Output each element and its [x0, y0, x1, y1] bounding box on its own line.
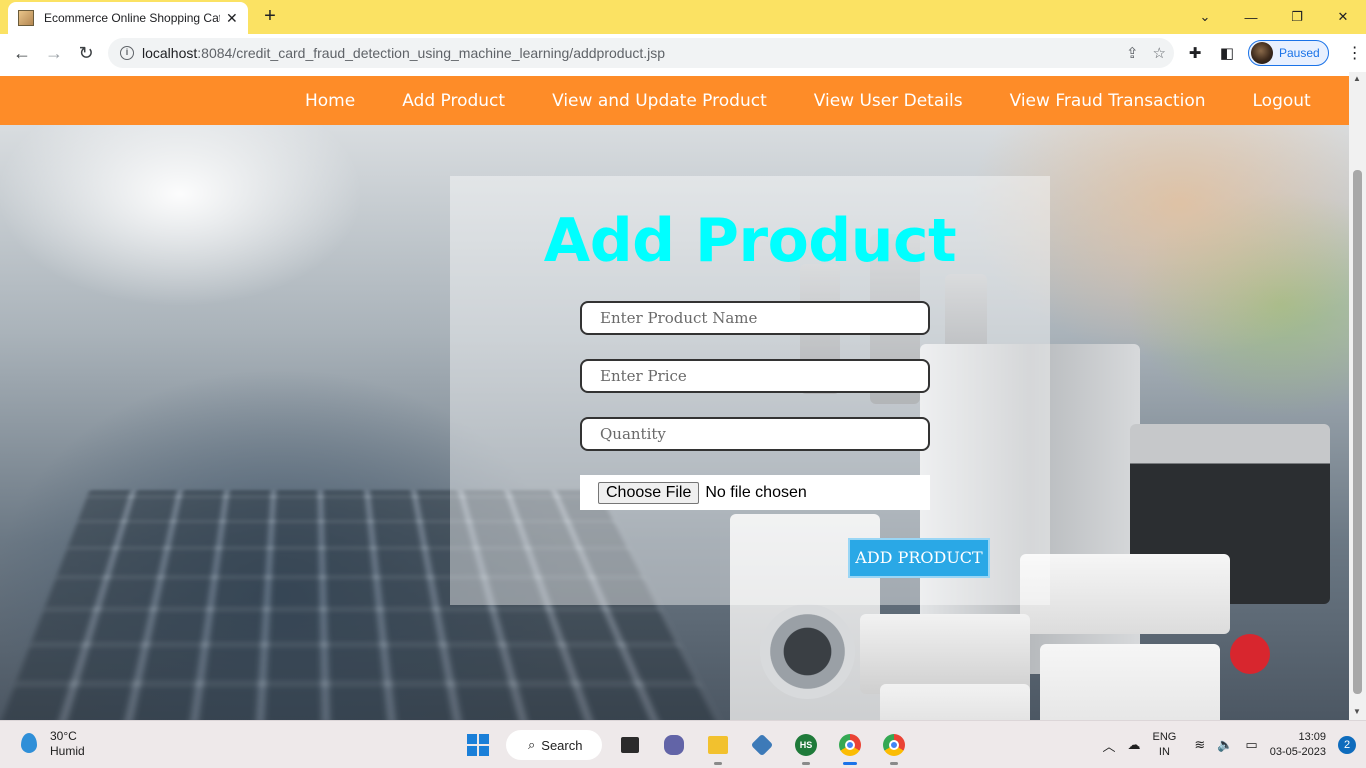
show-hidden-icons-chevron-icon[interactable]: ︿ [1102, 736, 1115, 755]
image-file-input: Choose File No file chosen [580, 475, 930, 510]
task-view-icon[interactable] [614, 729, 646, 761]
nav-view-fraud-transaction[interactable]: View Fraud Transaction [1010, 91, 1206, 111]
tab-search-chevron-icon[interactable]: ⌄ [1182, 0, 1228, 34]
avatar [1251, 42, 1273, 64]
extensions-puzzle-icon[interactable]: ✚ [1184, 42, 1206, 64]
address-bar[interactable]: i localhost:8084/credit_card_fraud_detec… [108, 38, 1174, 68]
quantity-input[interactable] [580, 417, 930, 451]
virtualbox-cube-icon[interactable] [746, 729, 778, 761]
onedrive-cloud-icon[interactable]: ☁ [1127, 737, 1140, 753]
notification-badge[interactable]: 2 [1338, 736, 1356, 754]
scroll-thumb[interactable] [1353, 170, 1362, 694]
url-host: localhost [142, 45, 197, 61]
product-name-input[interactable] [580, 301, 930, 335]
file-status-text: No file chosen [705, 484, 806, 502]
main-navbar: Home Add Product View and Update Product… [0, 76, 1349, 125]
restore-icon[interactable]: ❐ [1274, 0, 1320, 34]
page-title: Add Product [450, 206, 1050, 276]
tab-favicon-icon [18, 10, 34, 26]
forward-arrow-icon[interactable]: → [38, 37, 70, 69]
reload-icon[interactable]: ↻ [70, 37, 102, 69]
browser-toolbar: ← → ↻ i localhost:8084/credit_card_fraud… [0, 34, 1366, 72]
site-info-icon[interactable]: i [120, 46, 134, 60]
search-icon: ⌕ [528, 737, 535, 753]
temperature: 30°C [50, 729, 85, 744]
profile-status: Paused [1279, 46, 1320, 60]
profile-button[interactable]: Paused [1248, 40, 1329, 66]
url-path: :8084/credit_card_fraud_detection_using_… [197, 45, 665, 61]
page-viewport: Home Add Product View and Update Product… [0, 72, 1366, 720]
taskbar-search[interactable]: ⌕ Search [506, 730, 602, 760]
start-windows-icon[interactable] [462, 729, 494, 761]
add-product-button[interactable]: ADD PRODUCT [848, 538, 990, 578]
new-tab-icon[interactable]: + [258, 5, 282, 29]
back-arrow-icon[interactable]: ← [6, 37, 38, 69]
close-tab-icon[interactable]: ✕ [226, 10, 238, 27]
minimize-icon[interactable]: — [1228, 0, 1274, 34]
system-tray: ︿ ☁ ENG IN ≋ 🔈 ▭ 13:09 03-05-2023 2 [1102, 721, 1366, 768]
bookmark-star-icon[interactable]: ☆ [1153, 44, 1166, 62]
nav-view-update-product[interactable]: View and Update Product [552, 91, 767, 111]
hs-app-icon[interactable]: HS [790, 729, 822, 761]
file-explorer-icon[interactable] [702, 729, 734, 761]
nav-add-product[interactable]: Add Product [402, 91, 505, 111]
browser-tab-bar: Ecommerce Online Shopping Cat ✕ + ⌄ — ❐ … [0, 0, 1366, 34]
wifi-icon[interactable]: ≋ [1194, 737, 1205, 753]
window-controls: ⌄ — ❐ ✕ [1182, 0, 1366, 34]
os-taskbar: 30°C Humid ⌕ Search HS ︿ ☁ ENG IN ≋ 🔈 ▭ [0, 720, 1366, 768]
volume-icon[interactable]: 🔈 [1217, 737, 1233, 753]
side-panel-icon[interactable]: ◧ [1216, 42, 1238, 64]
language-line1: ENG [1152, 730, 1176, 745]
tab-title: Ecommerce Online Shopping Cat [44, 11, 220, 25]
page-scrollbar[interactable]: ▲ ▼ [1349, 72, 1366, 720]
scroll-up-arrow-icon[interactable]: ▲ [1353, 74, 1361, 83]
nav-home[interactable]: Home [305, 91, 355, 111]
clock-date: 03-05-2023 [1270, 745, 1326, 760]
weather-widget[interactable]: 30°C Humid [16, 729, 85, 759]
clock-time: 13:09 [1270, 730, 1326, 745]
search-label: Search [541, 738, 582, 753]
browser-menu-icon[interactable]: ⋮ [1345, 43, 1365, 63]
humidity-drop-icon [16, 731, 38, 757]
nav-view-user-details[interactable]: View User Details [814, 91, 963, 111]
browser-tab[interactable]: Ecommerce Online Shopping Cat ✕ [8, 2, 248, 34]
chrome-profile-icon[interactable] [878, 729, 910, 761]
share-icon[interactable]: ⇪ [1126, 44, 1139, 62]
weather-condition: Humid [50, 744, 85, 759]
hs-app-label: HS [795, 734, 817, 756]
chrome-icon[interactable] [834, 729, 866, 761]
battery-icon[interactable]: ▭ [1245, 737, 1257, 753]
clock[interactable]: 13:09 03-05-2023 [1270, 730, 1326, 760]
language-line2: IN [1152, 745, 1176, 760]
scroll-down-arrow-icon[interactable]: ▼ [1353, 707, 1361, 716]
price-input[interactable] [580, 359, 930, 393]
nav-logout[interactable]: Logout [1253, 91, 1311, 111]
language-indicator[interactable]: ENG IN [1152, 730, 1176, 760]
teams-chat-icon[interactable] [658, 729, 690, 761]
add-product-form: Add Product Choose File No file chosen A… [450, 176, 1050, 605]
choose-file-button[interactable]: Choose File [598, 482, 699, 504]
close-window-icon[interactable]: ✕ [1320, 0, 1366, 34]
